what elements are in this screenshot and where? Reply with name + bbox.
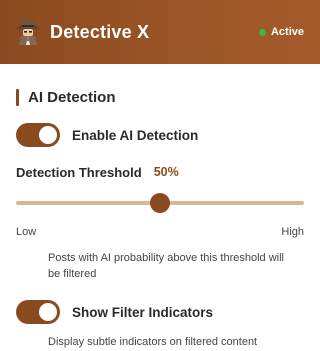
detective-icon (16, 18, 40, 46)
filter-indicators-hint: Display subtle indicators on filtered co… (48, 336, 258, 348)
status-badge: Active (258, 26, 304, 38)
slider-range-labels: Low High (16, 226, 304, 240)
settings-panel: AI Detection Enable AI Detection Detecti… (0, 64, 320, 350)
threshold-header: Detection Threshold 50% (16, 164, 304, 180)
threshold-slider[interactable] (16, 192, 304, 214)
ai-detection-toggle[interactable] (16, 123, 60, 147)
threshold-label: Detection Threshold (16, 164, 142, 180)
threshold-value: 50% (153, 165, 179, 179)
threshold-hint: Posts with AI probability above this thr… (48, 252, 285, 280)
section-heading: AI Detection (16, 88, 304, 106)
status-dot-icon (258, 28, 266, 36)
slider-thumb[interactable] (150, 193, 170, 213)
status-label: Active (270, 26, 304, 38)
filter-indicators-label: Show Filter Indicators (72, 304, 214, 320)
ai-detection-row: Enable AI Detection (16, 123, 304, 147)
section-title: AI Detection (28, 88, 116, 106)
slider-high-label: High (281, 226, 304, 238)
filter-indicators-toggle[interactable] (16, 300, 60, 324)
ai-detection-label: Enable AI Detection (72, 127, 199, 143)
filter-indicators-row: Show Filter Indicators (16, 300, 304, 324)
app-header: Detective X Active (0, 0, 320, 64)
app-title: Detective X (50, 21, 150, 42)
section-accent-bar (16, 88, 19, 106)
toggle-knob (39, 126, 57, 144)
toggle-knob (39, 303, 57, 321)
slider-low-label: Low (16, 226, 37, 238)
